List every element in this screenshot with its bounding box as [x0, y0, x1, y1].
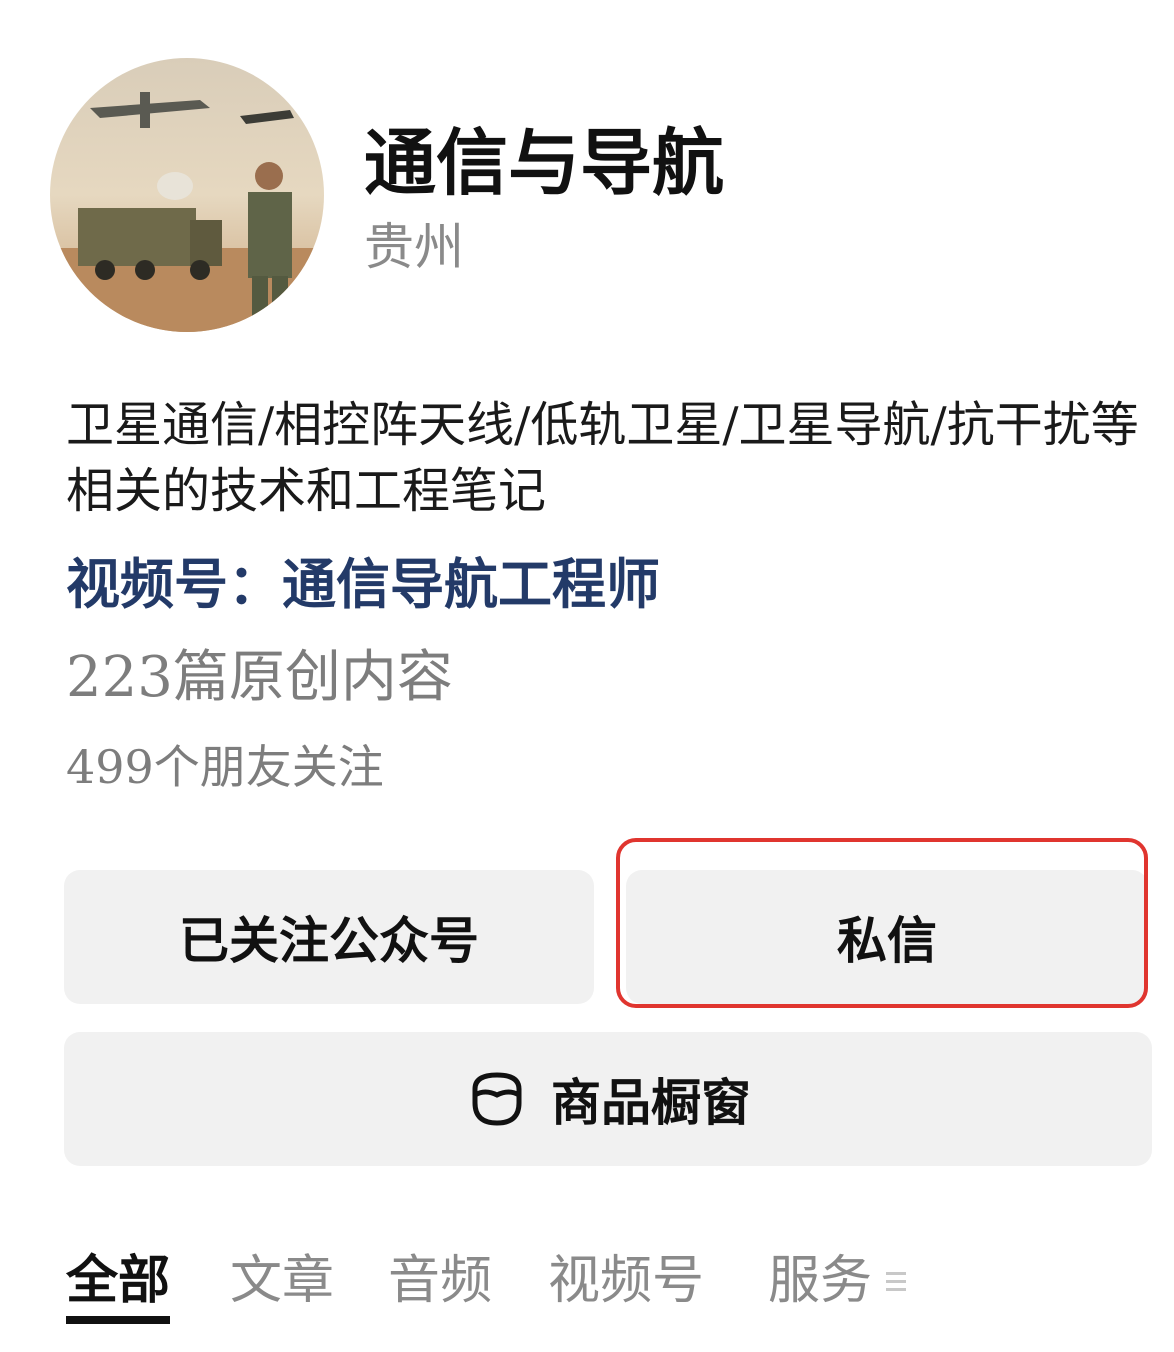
followed-button-label: 已关注公众号	[179, 911, 479, 970]
followed-button[interactable]: 已关注公众号	[64, 870, 594, 1004]
menu-icon[interactable]	[886, 1268, 906, 1294]
shop-icon	[472, 1072, 522, 1126]
account-name: 通信与导航	[364, 120, 725, 205]
video-channel-link[interactable]: 视频号：通信导航工程师	[66, 548, 660, 620]
tab-services[interactable]: 服务	[768, 1246, 872, 1316]
content-tabs: 全部 文章 音频 视频号 服务	[66, 1246, 1156, 1326]
message-button-highlight	[616, 838, 1148, 1008]
shop-window-button[interactable]: 商品橱窗	[64, 1032, 1152, 1166]
account-location: 贵州	[364, 218, 464, 276]
avatar[interactable]	[50, 58, 324, 332]
account-bio: 卫星通信/相控阵天线/低轨卫星/卫星导航/抗干扰等相关的技术和工程笔记	[66, 397, 1139, 519]
shop-window-label: 商品橱窗	[551, 1073, 751, 1132]
active-tab-indicator	[66, 1316, 170, 1324]
tab-audio[interactable]: 音频	[388, 1246, 492, 1316]
tab-articles[interactable]: 文章	[230, 1246, 334, 1316]
tab-all[interactable]: 全部	[66, 1246, 170, 1316]
tab-video-channel[interactable]: 视频号	[548, 1246, 704, 1316]
friends-following-count[interactable]: 499个朋友关注	[66, 736, 384, 798]
original-articles-count[interactable]: 223篇原创内容	[66, 642, 453, 714]
avatar-image	[50, 58, 324, 332]
